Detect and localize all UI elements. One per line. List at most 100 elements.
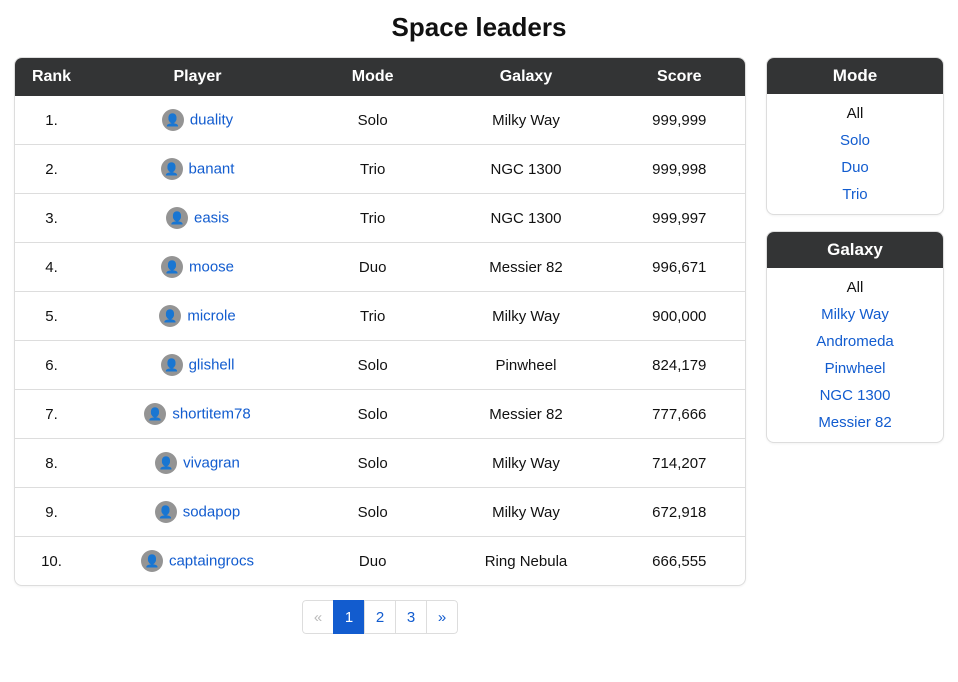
table-row: 3.👤easisTrioNGC 1300999,997 [15,194,745,243]
filter-link[interactable]: Pinwheel [825,360,886,377]
player-cell: 👤 glishell [88,341,307,390]
page-number[interactable]: 3 [395,600,427,634]
galaxy-cell: Messier 82 [438,243,613,292]
avatar-icon: 👤 [144,403,166,425]
filter-item: Duo [767,154,943,181]
pagination: «123» [302,600,458,634]
avatar-icon: 👤 [166,207,188,229]
rank-cell: 7. [15,390,88,439]
galaxy-cell: Milky Way [438,292,613,341]
player-link[interactable]: captaingrocs [169,553,254,570]
rank-cell: 6. [15,341,88,390]
avatar-icon: 👤 [155,452,177,474]
mode-cell: Duo [307,537,438,586]
galaxy-cell: NGC 1300 [438,145,613,194]
table-row: 7. 👤 shortitem78 SoloMessier 82777,666 [15,390,745,439]
player-cell: 👤 moose [88,243,307,292]
table-row: 8. 👤 vivagran SoloMilky Way714,207 [15,439,745,488]
avatar-icon: 👤 [161,256,183,278]
column-header-mode: Mode [307,58,438,96]
rank-cell: 5. [15,292,88,341]
galaxy-cell: Milky Way [438,96,613,145]
avatar-icon: 👤 [141,550,163,572]
rank-cell: 4. [15,243,88,292]
filter-panel-galaxy: Galaxy All Milky Way Andromeda Pinwheel NGC … [766,231,944,443]
score-cell: 714,207 [614,439,745,488]
rank-cell: 2. [15,145,88,194]
score-cell: 672,918 [614,488,745,537]
table-row: 6.👤glishellSoloPinwheel824,179 [15,341,745,390]
mode-cell: Solo [307,439,438,488]
player-link[interactable]: moose [189,259,234,276]
filter-item: NGC 1300 [767,382,943,409]
player-link[interactable]: vivagran [183,455,240,472]
filter-item-active: All [767,100,943,127]
filter-item: Trio [767,181,943,208]
filter-list-mode: All Solo Duo Trio [767,94,943,214]
score-cell: 900,000 [614,292,745,341]
avatar-icon: 👤 [161,354,183,376]
player-link[interactable]: duality [190,112,233,129]
page-title: Space leaders [14,12,944,43]
player-link[interactable]: sodapop [183,504,241,521]
score-cell: 824,179 [614,341,745,390]
column-header-galaxy: Galaxy [438,58,613,96]
rank-cell: 9. [15,488,88,537]
rank-cell: 3. [15,194,88,243]
player-link[interactable]: glishell [189,357,235,374]
rank-cell: 1. [15,96,88,145]
filter-link[interactable]: Duo [841,159,869,176]
filter-list-galaxy: All Milky Way Andromeda Pinwheel NGC 1300 Mes… [767,268,943,442]
player-cell: 👤 vivagran [88,439,307,488]
filter-title-mode: Mode [767,58,943,94]
score-cell: 666,555 [614,537,745,586]
player-cell: 👤 easis [88,194,307,243]
filter-item: Pinwheel [767,355,943,382]
mode-cell: Solo [307,488,438,537]
mode-cell: Duo [307,243,438,292]
player-cell: 👤 shortitem78 [88,390,307,439]
table-row: 5.👤microleTrioMilky Way900,000 [15,292,745,341]
player-cell: 👤banant [88,145,307,194]
player-cell: 👤 captaingrocs [88,537,307,586]
filter-item: Andromeda [767,328,943,355]
galaxy-cell: Milky Way [438,439,613,488]
score-cell: 999,999 [614,96,745,145]
filter-item-active: All [767,274,943,301]
table-row: 2.👤banantTrioNGC 1300999,998 [15,145,745,194]
filter-link[interactable]: NGC 1300 [820,387,891,404]
page-number[interactable]: 2 [364,600,396,634]
player-cell: 👤duality [88,96,307,145]
player-link[interactable]: shortitem78 [172,406,250,423]
filter-panel-mode: Mode All Solo Duo Trio [766,57,944,215]
player-link[interactable]: microle [187,308,235,325]
score-cell: 777,666 [614,390,745,439]
filter-link[interactable]: Milky Way [821,306,889,323]
rank-cell: 10. [15,537,88,586]
leaderboard-panel: Rank Player Mode Galaxy Score 1.👤duality… [14,57,746,586]
filter-link[interactable]: Solo [840,132,870,149]
mode-cell: Solo [307,390,438,439]
mode-cell: Solo [307,96,438,145]
page-number[interactable]: 1 [333,600,365,634]
table-row: 9. 👤 sodapop SoloMilky Way672,918 [15,488,745,537]
player-link[interactable]: banant [189,161,235,178]
player-cell: 👤 sodapop [88,488,307,537]
rank-cell: 8. [15,439,88,488]
filter-link[interactable]: Trio [842,186,867,203]
leaderboard-table: Rank Player Mode Galaxy Score 1.👤duality… [15,58,745,585]
filter-link[interactable]: Messier 82 [818,414,891,431]
mode-cell: Solo [307,341,438,390]
score-cell: 999,998 [614,145,745,194]
mode-cell: Trio [307,145,438,194]
filter-link[interactable]: Andromeda [816,333,894,350]
galaxy-cell: Messier 82 [438,390,613,439]
filter-item: Milky Way [767,301,943,328]
mode-cell: Trio [307,194,438,243]
avatar-icon: 👤 [155,501,177,523]
filter-title-galaxy: Galaxy [767,232,943,268]
galaxy-cell: Milky Way [438,488,613,537]
page-next[interactable]: » [426,600,458,634]
player-link[interactable]: easis [194,210,229,227]
page-prev[interactable]: « [302,600,334,634]
